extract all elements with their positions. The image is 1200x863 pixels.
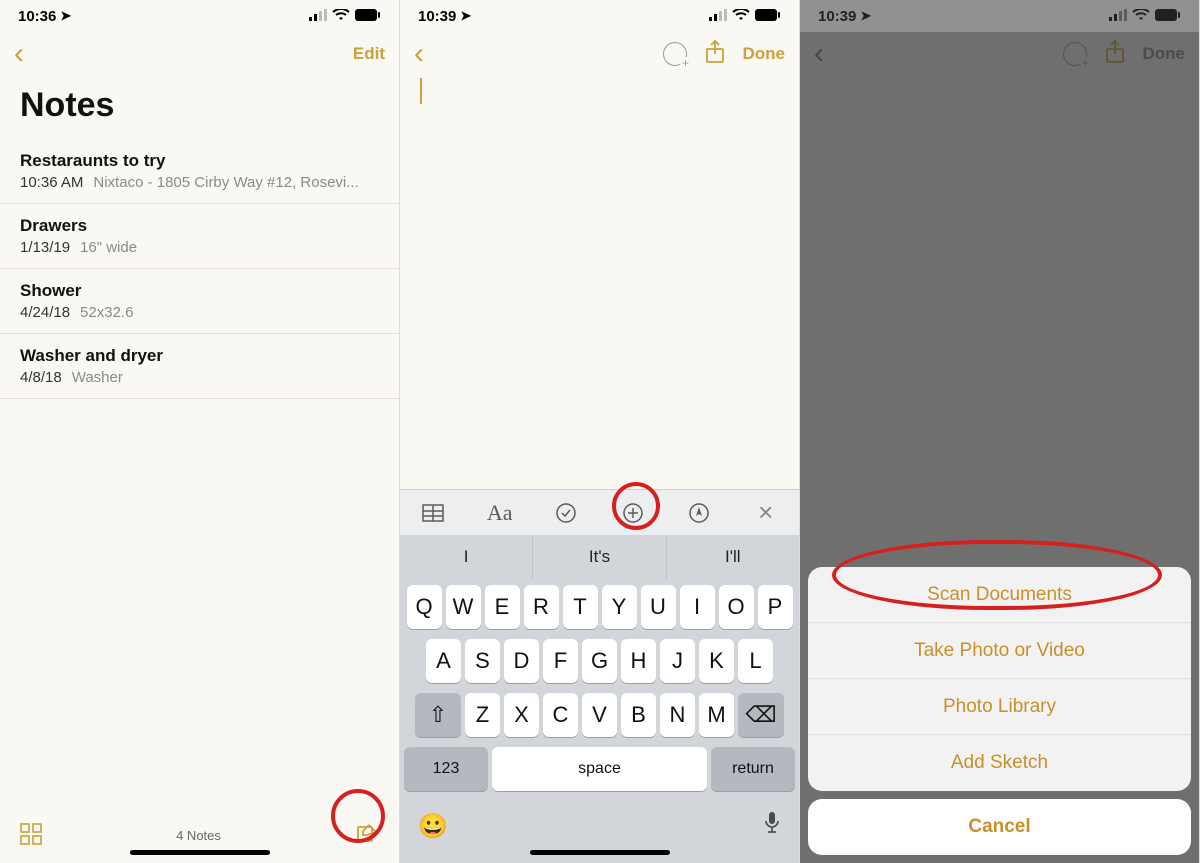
- share-icon[interactable]: [705, 40, 725, 69]
- suggestion[interactable]: I: [400, 535, 533, 579]
- note-title: Restaraunts to try: [20, 151, 379, 171]
- status-time: 10:39: [418, 8, 456, 25]
- sheet-photo-library[interactable]: Photo Library: [808, 679, 1191, 735]
- note-title: Drawers: [20, 216, 379, 236]
- key-m[interactable]: M: [699, 693, 734, 737]
- list-item[interactable]: Drawers 1/13/1916" wide: [0, 204, 399, 269]
- note-subline: 4/8/18Washer: [20, 369, 379, 386]
- status-bar: 10:36 ➤: [0, 0, 399, 32]
- annotation-circle: [331, 789, 385, 843]
- markup-icon[interactable]: [679, 502, 719, 524]
- location-arrow-icon: ➤: [460, 8, 471, 24]
- dictate-icon[interactable]: [763, 811, 781, 841]
- key-l[interactable]: L: [738, 639, 773, 683]
- home-indicator[interactable]: [130, 850, 270, 855]
- note-subline: 4/24/1852x32.6: [20, 304, 379, 321]
- notes-list[interactable]: Restaraunts to try 10:36 AMNixtaco - 180…: [0, 139, 399, 807]
- battery-icon: [355, 8, 381, 25]
- key-p[interactable]: P: [758, 585, 793, 629]
- key-o[interactable]: O: [719, 585, 754, 629]
- wifi-icon: [332, 8, 350, 25]
- suggestion-bar: I It's I'll: [400, 535, 799, 579]
- key-a[interactable]: A: [426, 639, 461, 683]
- location-arrow-icon: ➤: [60, 8, 71, 24]
- key-u[interactable]: U: [641, 585, 676, 629]
- key-h[interactable]: H: [621, 639, 656, 683]
- keyboard: Aa × I It's I'll Q W E R T Y U I O P: [400, 489, 799, 863]
- key-w[interactable]: W: [446, 585, 481, 629]
- key-c[interactable]: C: [543, 693, 578, 737]
- key-e[interactable]: E: [485, 585, 520, 629]
- note-subline: 10:36 AMNixtaco - 1805 Cirby Way #12, Ro…: [20, 174, 379, 191]
- key-t[interactable]: T: [563, 585, 598, 629]
- key-return[interactable]: return: [711, 747, 795, 791]
- key-v[interactable]: V: [582, 693, 617, 737]
- list-item[interactable]: Washer and dryer 4/8/18Washer: [0, 334, 399, 399]
- notes-count: 4 Notes: [42, 828, 355, 843]
- note-editor[interactable]: [400, 76, 799, 489]
- status-icons: [709, 8, 781, 25]
- collaborate-icon[interactable]: [663, 42, 687, 66]
- action-sheet: Scan Documents Take Photo or Video Photo…: [808, 567, 1191, 855]
- annotation-circle: [612, 482, 660, 530]
- key-g[interactable]: G: [582, 639, 617, 683]
- close-keyboard-toolbar-icon[interactable]: ×: [746, 497, 786, 528]
- note-title: Washer and dryer: [20, 346, 379, 366]
- key-q[interactable]: Q: [407, 585, 442, 629]
- key-f[interactable]: F: [543, 639, 578, 683]
- nav-bar: ‹ Edit: [0, 32, 399, 76]
- format-button[interactable]: Aa: [480, 500, 520, 526]
- key-numbers[interactable]: 123: [404, 747, 488, 791]
- signal-icon: [309, 8, 327, 25]
- check-circle-icon[interactable]: [546, 502, 586, 524]
- sheet-add-sketch[interactable]: Add Sketch: [808, 735, 1191, 791]
- wifi-icon: [732, 8, 750, 25]
- table-icon[interactable]: [413, 504, 453, 522]
- list-item[interactable]: Shower 4/24/1852x32.6: [0, 269, 399, 334]
- battery-icon: [755, 8, 781, 25]
- key-y[interactable]: Y: [602, 585, 637, 629]
- back-button[interactable]: ‹: [414, 39, 424, 69]
- text-cursor: [420, 78, 422, 104]
- screen-action-sheet: 10:39 ➤ ‹ Done Scan Documents Take Photo…: [800, 0, 1200, 863]
- status-bar: 10:39 ➤: [400, 0, 799, 32]
- key-n[interactable]: N: [660, 693, 695, 737]
- suggestion[interactable]: It's: [533, 535, 666, 579]
- sheet-cancel[interactable]: Cancel: [808, 799, 1191, 855]
- key-z[interactable]: Z: [465, 693, 500, 737]
- note-subline: 1/13/1916" wide: [20, 239, 379, 256]
- gallery-view-icon[interactable]: [20, 823, 42, 848]
- edit-button[interactable]: Edit: [353, 44, 385, 64]
- done-button[interactable]: Done: [743, 44, 786, 64]
- keyboard-toolbar: Aa ×: [400, 489, 799, 535]
- key-x[interactable]: X: [504, 693, 539, 737]
- suggestion[interactable]: I'll: [667, 535, 799, 579]
- key-j[interactable]: J: [660, 639, 695, 683]
- key-shift[interactable]: ⇧: [415, 693, 461, 737]
- key-backspace[interactable]: ⌫: [738, 693, 784, 737]
- annotation-circle: [832, 540, 1162, 610]
- sheet-take-photo-video[interactable]: Take Photo or Video: [808, 623, 1191, 679]
- back-button[interactable]: ‹: [14, 39, 24, 69]
- list-item[interactable]: Restaraunts to try 10:36 AMNixtaco - 180…: [0, 139, 399, 204]
- home-indicator[interactable]: [530, 850, 670, 855]
- key-d[interactable]: D: [504, 639, 539, 683]
- status-icons: [309, 8, 381, 25]
- note-title: Shower: [20, 281, 379, 301]
- page-title: Notes: [0, 76, 399, 139]
- key-s[interactable]: S: [465, 639, 500, 683]
- signal-icon: [709, 8, 727, 25]
- key-i[interactable]: I: [680, 585, 715, 629]
- screen-notes-list: 10:36 ➤ ‹ Edit Notes Restaraunts to try …: [0, 0, 400, 863]
- key-b[interactable]: B: [621, 693, 656, 737]
- key-space[interactable]: space: [492, 747, 707, 791]
- key-r[interactable]: R: [524, 585, 559, 629]
- status-time: 10:36: [18, 8, 56, 25]
- emoji-button[interactable]: 😀: [418, 812, 448, 841]
- key-k[interactable]: K: [699, 639, 734, 683]
- nav-bar: ‹ Done: [400, 32, 799, 76]
- screen-new-note: 10:39 ➤ ‹ Done Aa × I: [400, 0, 800, 863]
